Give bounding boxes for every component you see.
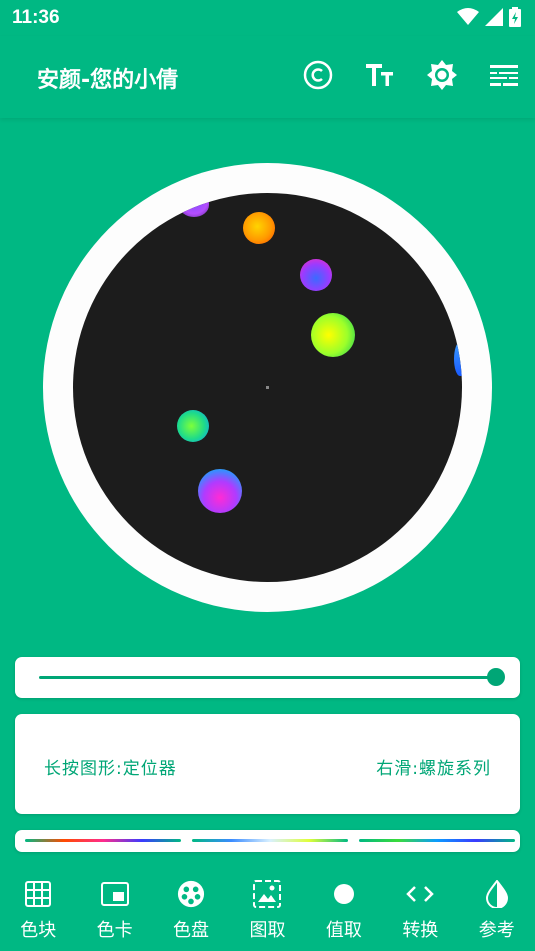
color-ball[interactable] bbox=[311, 313, 355, 357]
series-strip-2[interactable] bbox=[192, 839, 348, 842]
nav-item-color-palette[interactable]: 色盘 bbox=[153, 868, 229, 951]
slider-thumb[interactable] bbox=[487, 668, 505, 686]
signal-icon bbox=[485, 8, 503, 26]
app-bar: 安颜-您的小倩 bbox=[0, 36, 535, 118]
nav-item-convert[interactable]: 转换 bbox=[382, 868, 458, 951]
app-actions bbox=[301, 58, 521, 92]
color-ball[interactable] bbox=[243, 212, 275, 244]
app-title: 安颜-您的小倩 bbox=[37, 68, 179, 93]
contrast-icon bbox=[485, 880, 508, 908]
nav-label: 色块 bbox=[20, 920, 57, 941]
slider-track[interactable] bbox=[39, 676, 495, 679]
copyright-icon bbox=[303, 60, 333, 90]
nav-item-value-pick[interactable]: 值取 bbox=[306, 868, 382, 951]
settings-button[interactable] bbox=[487, 58, 521, 92]
color-ball[interactable] bbox=[177, 410, 209, 442]
color-wheel-canvas[interactable] bbox=[73, 193, 462, 582]
brightness-button[interactable] bbox=[425, 58, 459, 92]
nav-label: 色盘 bbox=[173, 920, 210, 941]
series-strip-3[interactable] bbox=[359, 839, 515, 842]
code-icon bbox=[406, 886, 435, 902]
grid-icon bbox=[25, 881, 52, 907]
status-bar: 11:36 bbox=[0, 0, 535, 36]
long-press-hint: 长按图形:定位器 bbox=[44, 759, 177, 779]
color-ball[interactable] bbox=[454, 342, 462, 376]
slider-card bbox=[15, 657, 520, 698]
palette-icon bbox=[177, 880, 205, 908]
nav-label: 图取 bbox=[249, 920, 286, 941]
series-strip-1[interactable] bbox=[25, 839, 181, 842]
color-ball[interactable] bbox=[179, 193, 209, 217]
nav-item-color-card[interactable]: 色卡 bbox=[76, 868, 152, 951]
wheel-center-marker bbox=[266, 386, 269, 389]
color-series-strip[interactable] bbox=[15, 830, 520, 852]
card-icon bbox=[100, 882, 129, 906]
nav-item-image-pick[interactable]: 图取 bbox=[229, 868, 305, 951]
wifi-icon bbox=[457, 8, 479, 25]
nav-item-color-blocks[interactable]: 色块 bbox=[0, 868, 76, 951]
nav-label: 参考 bbox=[478, 920, 515, 941]
color-ball[interactable] bbox=[300, 259, 332, 291]
nav-item-reference[interactable]: 参考 bbox=[459, 868, 535, 951]
hint-card: 长按图形:定位器 右滑:螺旋系列 bbox=[15, 714, 520, 814]
dot-icon bbox=[333, 884, 354, 904]
nav-label: 值取 bbox=[325, 920, 362, 941]
bottom-nav: 色块 色卡 色盘 图取 值取 转换 参考 bbox=[0, 868, 535, 951]
text-size-icon bbox=[366, 64, 393, 86]
image-picker-icon bbox=[253, 880, 282, 908]
nav-label: 色卡 bbox=[96, 920, 133, 941]
battery-icon bbox=[509, 7, 521, 27]
brightness-icon bbox=[427, 60, 457, 90]
text-size-button[interactable] bbox=[363, 58, 397, 92]
status-time: 11:36 bbox=[12, 7, 60, 28]
status-icons bbox=[457, 7, 521, 27]
copyright-button[interactable] bbox=[301, 58, 335, 92]
settings-sliders-icon bbox=[490, 65, 518, 87]
swipe-right-hint: 右滑:螺旋系列 bbox=[376, 759, 491, 779]
color-ball[interactable] bbox=[198, 469, 242, 513]
nav-label: 转换 bbox=[402, 920, 439, 941]
